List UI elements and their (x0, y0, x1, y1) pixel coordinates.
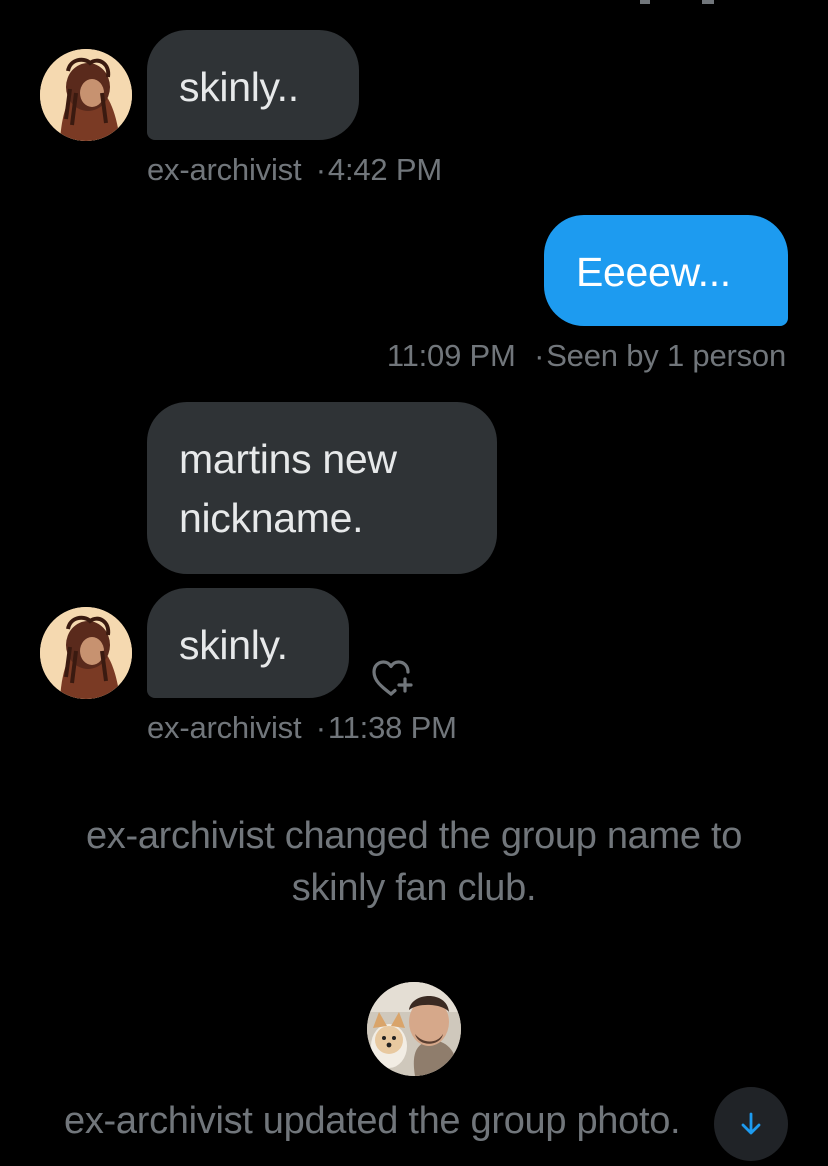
message-time: 11:38 PM (327, 710, 457, 745)
message-bubble[interactable]: skinly.. (147, 30, 359, 140)
system-message-rename: ex-archivist changed the group name to s… (0, 810, 828, 915)
scroll-to-bottom-button[interactable] (714, 1087, 788, 1161)
clipped-previous-text (440, 0, 740, 8)
message-time: 11:09 PM (386, 338, 516, 373)
system-message-photo-update: ex-archivist updated the group photo. (64, 1095, 714, 1147)
group-photo[interactable] (367, 982, 461, 1076)
sender-avatar[interactable] (40, 607, 132, 699)
group-photo-image (367, 982, 461, 1076)
arrow-down-icon (741, 1112, 761, 1135)
message-text: Eeeew... (576, 249, 731, 295)
message-bubble[interactable]: skinly. (147, 588, 349, 698)
message-text: skinly. (179, 622, 288, 668)
message-meta: 11:09 PM ·Seen by 1 person (387, 338, 786, 374)
separator: · (315, 710, 326, 745)
separator: · (315, 152, 326, 187)
message-time: 4:42 PM (327, 152, 442, 187)
message-meta: ex-archivist ·11:38 PM (147, 710, 457, 746)
sender-name[interactable]: ex-archivist (147, 152, 302, 187)
message-text-line: martins new (179, 436, 397, 482)
message-bubble[interactable]: martins new nickname. (147, 402, 497, 574)
message-meta: ex-archivist ·4:42 PM (147, 152, 442, 188)
sender-name[interactable]: ex-archivist (147, 710, 302, 745)
message-text: skinly.. (179, 64, 299, 110)
avatar-illustration (40, 607, 132, 699)
avatar-illustration (40, 49, 132, 141)
message-text-line: nickname. (179, 495, 364, 542)
seen-status[interactable]: Seen by 1 person (546, 338, 786, 373)
system-text-line: skinly fan club. (291, 867, 537, 910)
outgoing-message-bubble[interactable]: Eeeew... (544, 215, 788, 326)
system-text-line: ex-archivist updated the group photo. (64, 1100, 681, 1142)
sender-avatar[interactable] (40, 49, 132, 141)
heart-plus-icon[interactable] (368, 656, 414, 702)
separator: · (534, 338, 545, 373)
system-text-line: ex-archivist changed the group name to (85, 815, 743, 857)
